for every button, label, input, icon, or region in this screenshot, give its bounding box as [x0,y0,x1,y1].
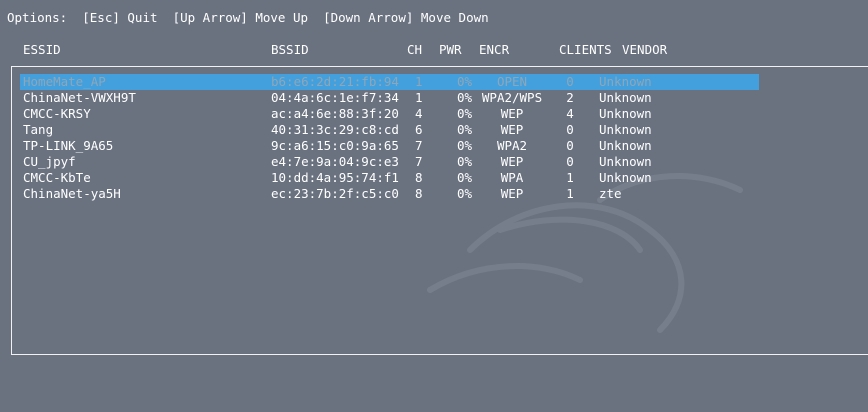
network-vendor: zte [599,186,622,201]
network-ch: 8 [415,170,423,185]
network-encr: WEP [500,106,524,121]
network-clients: 0 [566,138,574,153]
options-bar: Options: [Esc] Quit [Up Arrow] Move Up [… [7,10,489,25]
network-row[interactable]: TP-LINK_9A65 9c:a6:15:c0:9a:65 7 0% WPA2 0 Unk… [0,138,868,154]
network-pwr: 0% [456,154,472,169]
network-encr: WEP [500,122,524,137]
network-bssid: 9c:a6:15:c0:9a:65 [271,138,399,153]
network-essid: CU_jpyf [23,154,76,169]
network-encr: WEP [500,186,524,201]
column-header-bssid: BSSID [271,42,309,57]
network-clients: 1 [566,186,574,201]
network-clients: 0 [566,154,574,169]
network-vendor: Unknown [599,106,652,121]
network-ch: 8 [415,186,423,201]
network-row[interactable]: CU_jpyf e4:7e:9a:04:9c:e3 7 0% WEP 0 Unknown [0,154,868,170]
network-pwr: 0% [456,170,472,185]
network-row[interactable]: Tang 40:31:3c:29:c8:cd 6 0% WEP 0 Unknown [0,122,868,138]
network-ch: 6 [415,122,423,137]
network-bssid: ac:a4:6e:88:3f:20 [271,106,399,121]
network-pwr: 0% [456,90,472,105]
network-ch: 1 [415,90,423,105]
column-header-row: ESSID BSSID CH PWR ENCR CLIENTS VENDOR [0,42,868,58]
column-header-vendor: VENDOR [622,42,668,57]
network-vendor: Unknown [599,170,652,185]
network-bssid: 40:31:3c:29:c8:cd [271,122,399,137]
column-header-ch: CH [407,42,423,57]
network-encr: WPA2 [496,138,528,153]
column-header-pwr: PWR [439,42,462,57]
network-vendor: Unknown [599,122,652,137]
network-clients: 2 [566,90,574,105]
network-essid: TP-LINK_9A65 [23,138,114,153]
network-encr: WPA [500,170,524,185]
network-vendor: Unknown [599,138,652,153]
network-ch: 7 [415,138,423,153]
network-clients: 0 [566,74,574,89]
network-row[interactable]: CMCC-KbTe 10:dd:4a:95:74:f1 8 0% WPA 1 Unknown [0,170,868,186]
network-vendor: Unknown [599,74,652,89]
network-bssid: 10:dd:4a:95:74:f1 [271,170,399,185]
network-vendor: Unknown [599,154,652,169]
network-ch: 7 [415,154,423,169]
network-row[interactable]: ChinaNet-VWXH9T 04:4a:6c:1e:f7:34 1 0% WPA2/… [0,90,868,106]
network-ch: 4 [415,106,423,121]
network-pwr: 0% [456,122,472,137]
network-pwr: 0% [456,106,472,121]
network-essid: Tang [23,122,54,137]
network-essid: HomeMate_AP [23,74,106,89]
network-encr: WPA2/WPS [481,90,543,105]
network-bssid: ec:23:7b:2f:c5:c0 [271,186,399,201]
network-essid: CMCC-KRSY [23,106,91,121]
network-pwr: 0% [456,138,472,153]
network-pwr: 0% [456,74,472,89]
network-pwr: 0% [456,186,472,201]
network-row[interactable]: ChinaNet-ya5H ec:23:7b:2f:c5:c0 8 0% WEP 1 zte [0,186,868,202]
network-vendor: Unknown [599,90,652,105]
network-bssid: e4:7e:9a:04:9c:e3 [271,154,399,169]
column-header-clients: CLIENTS [559,42,612,57]
network-row[interactable]: CMCC-KRSY ac:a4:6e:88:3f:20 4 0% WEP 4 Unknown [0,106,868,122]
network-row[interactable]: HomeMate_AP b6:e6:2d:21:fb:94 1 0% OPEN 0 Unkn… [0,74,868,90]
network-bssid: b6:e6:2d:21:fb:94 [271,74,399,89]
network-encr: OPEN [496,74,528,89]
network-clients: 0 [566,122,574,137]
network-essid: CMCC-KbTe [23,170,91,185]
network-clients: 4 [566,106,574,121]
network-encr: WEP [500,154,524,169]
network-bssid: 04:4a:6c:1e:f7:34 [271,90,399,105]
network-clients: 1 [566,170,574,185]
column-header-essid: ESSID [23,42,61,57]
network-essid: ChinaNet-VWXH9T [23,90,136,105]
column-header-encr: ENCR [479,42,510,57]
network-ch: 1 [415,74,423,89]
network-essid: ChinaNet-ya5H [23,186,121,201]
